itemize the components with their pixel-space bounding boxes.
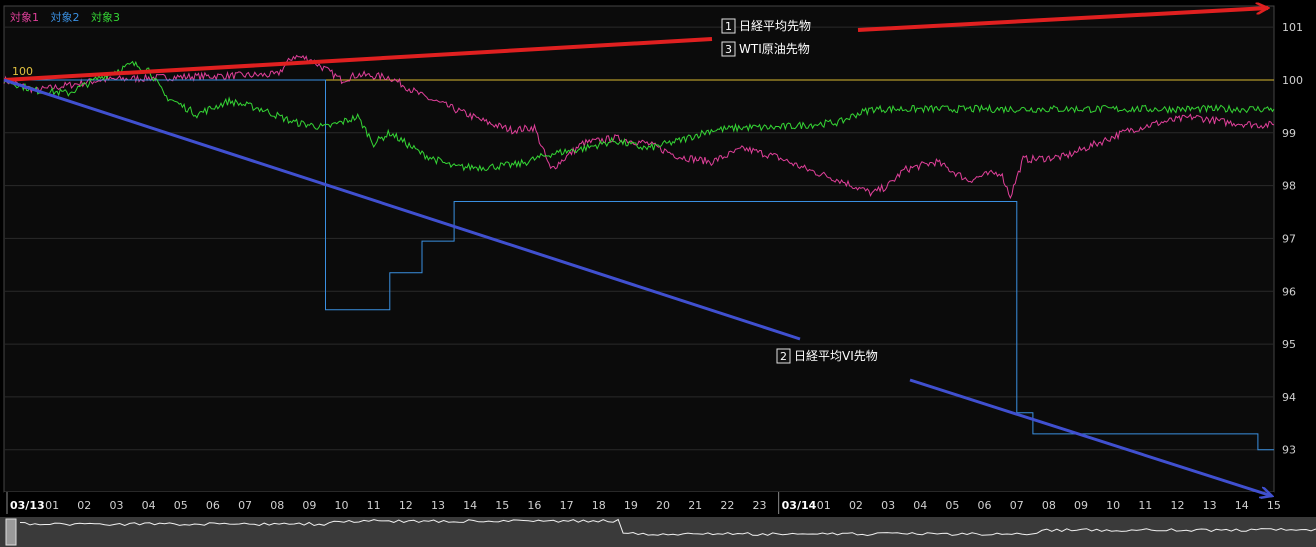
- x-tick-label: 14: [463, 499, 477, 512]
- y-tick-label: 96: [1282, 285, 1296, 298]
- legend-series-2[interactable]: 対象2: [51, 11, 80, 24]
- annotation-number: 1: [725, 20, 732, 33]
- x-tick-label: 21: [688, 499, 702, 512]
- annotation-number: 3: [725, 43, 732, 56]
- x-tick-label: 18: [592, 499, 606, 512]
- x-tick-label: 03/13: [10, 499, 45, 512]
- x-tick-label: 11: [367, 499, 381, 512]
- x-tick-label: 22: [720, 499, 734, 512]
- x-tick-label: 07: [1010, 499, 1024, 512]
- x-tick-label: 12: [1170, 499, 1184, 512]
- y-tick-label: 100: [1282, 74, 1303, 87]
- x-tick-label: 08: [1042, 499, 1056, 512]
- x-tick-label: 03/14: [782, 499, 817, 512]
- legend: 対象1 対象2 対象3: [10, 9, 128, 25]
- x-tick-label: 15: [1267, 499, 1281, 512]
- y-tick-label: 101: [1282, 21, 1303, 34]
- annotation-1: 1 日経平均先物: [721, 18, 811, 34]
- x-tick-label: 14: [1235, 499, 1249, 512]
- x-tick-label: 12: [399, 499, 413, 512]
- x-tick-label: 02: [849, 499, 863, 512]
- legend-series-1[interactable]: 対象1: [10, 11, 39, 24]
- chart-canvas: 1011009998979695949303/13 01 02 03 04 05 06 07 0…: [0, 0, 1316, 547]
- y-tick-label: 93: [1282, 444, 1296, 457]
- x-tick-label: 02: [77, 499, 91, 512]
- annotation-number: 2: [780, 350, 787, 363]
- x-tick-label: 20: [656, 499, 670, 512]
- x-tick-label: 06: [978, 499, 992, 512]
- x-tick-label: 05: [945, 499, 959, 512]
- y-tick-label: 94: [1282, 391, 1296, 404]
- annotation-label: WTI原油先物: [739, 42, 810, 56]
- x-tick-label: 01: [817, 499, 831, 512]
- x-tick-label: 08: [270, 499, 284, 512]
- x-tick-label: 15: [495, 499, 509, 512]
- navigator-bar: [0, 517, 1316, 547]
- y-tick-label: 98: [1282, 180, 1296, 193]
- y-tick-label: 97: [1282, 232, 1296, 245]
- x-tick-label: 04: [913, 499, 927, 512]
- y-tick-label: 95: [1282, 338, 1296, 351]
- x-tick-label: 10: [335, 499, 349, 512]
- x-tick-label: 05: [174, 499, 188, 512]
- x-tick-label: 04: [142, 499, 156, 512]
- x-tick-label: 17: [560, 499, 574, 512]
- annotation-label: 日経平均先物: [739, 19, 811, 33]
- x-tick-label: 09: [302, 499, 316, 512]
- x-tick-label: 19: [624, 499, 638, 512]
- legend-series-3[interactable]: 対象3: [91, 11, 120, 24]
- baseline-label: 100: [12, 65, 33, 78]
- x-tick-label: 10: [1106, 499, 1120, 512]
- x-tick-label: 03: [109, 499, 123, 512]
- x-tick-label: 09: [1074, 499, 1088, 512]
- x-tick-label: 06: [206, 499, 220, 512]
- navigator-handle: [5, 518, 17, 546]
- x-tick-label: 11: [1138, 499, 1152, 512]
- x-tick-label: 07: [238, 499, 252, 512]
- annotation-label: 日経平均VI先物: [794, 349, 878, 363]
- x-tick-label: 13: [431, 499, 445, 512]
- x-tick-label: 23: [752, 499, 766, 512]
- y-tick-label: 99: [1282, 127, 1296, 140]
- x-tick-label: 01: [45, 499, 59, 512]
- x-tick-label: 16: [527, 499, 541, 512]
- annotation-3: 3 WTI原油先物: [721, 41, 810, 57]
- x-tick-label: 13: [1203, 499, 1217, 512]
- x-tick-label: 03: [881, 499, 895, 512]
